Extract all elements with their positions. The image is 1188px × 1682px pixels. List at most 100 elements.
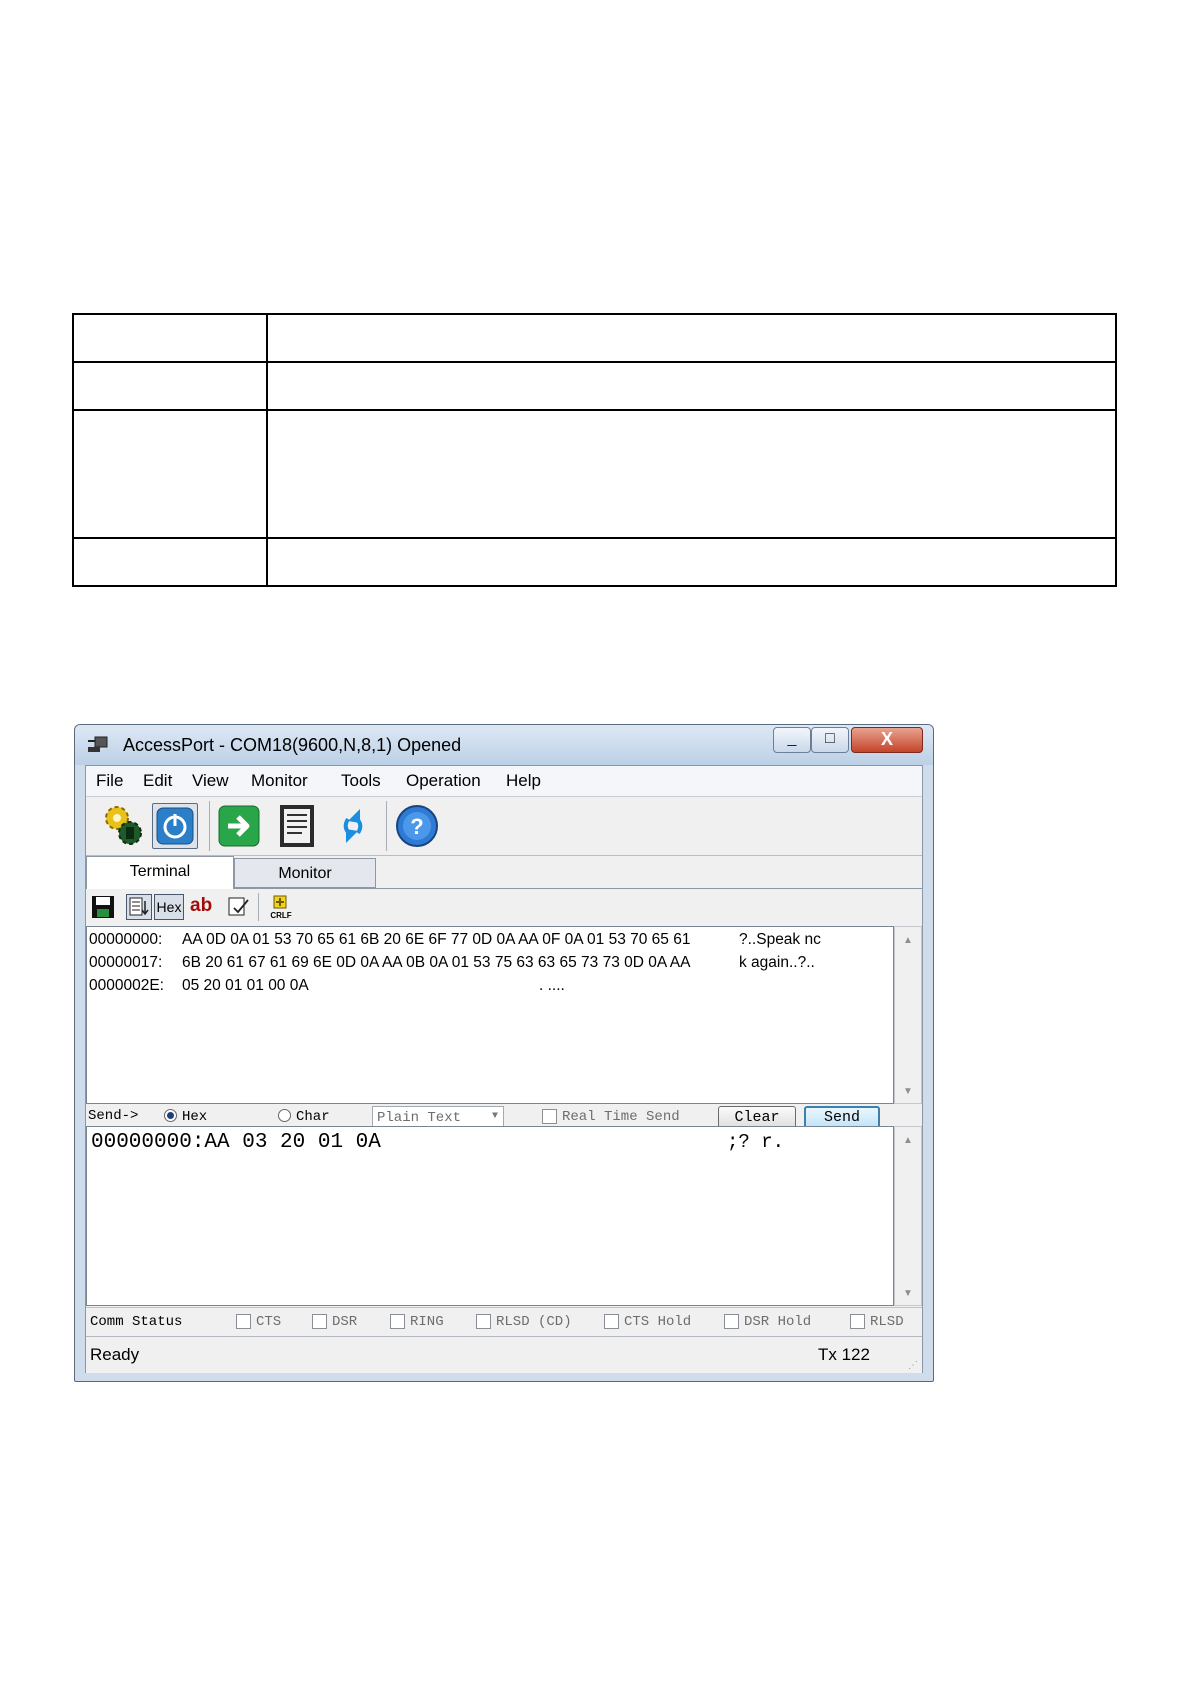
help-icon: ? [396,805,438,847]
table-cell [72,361,268,411]
accessport-window: AccessPort - COM18(9600,N,8,1) Opened _ … [74,724,934,1382]
ascii-view-button[interactable]: ab [190,894,220,920]
send-label: Send-> [88,1108,139,1124]
table-cell [72,537,268,587]
terminal-toolbar: Hex ab CRLF [86,888,922,925]
resize-grip-icon[interactable]: ⋰ [908,1360,918,1371]
dsr-label: DSR [332,1314,358,1330]
realtime-send-checkbox[interactable] [542,1109,557,1124]
menu-operation[interactable]: Operation [406,771,481,791]
crlf-label: CRLF [270,911,291,920]
document-button[interactable] [274,803,320,849]
toolbar-separator [258,893,259,921]
floppy-disk-icon [92,896,114,918]
send-bar: Send-> Hex Char Plain Text ▼ Real Time S… [86,1104,922,1130]
receive-hex: 6B 20 61 67 61 69 6E 0D 0A AA 0B 0A 01 5… [182,954,691,971]
toolbar-separator [386,801,387,851]
scroll-up-icon[interactable]: ▲ [895,935,921,946]
menu-file[interactable]: File [96,771,123,791]
status-text: Ready [90,1345,140,1364]
scroll-up-icon[interactable]: ▲ [895,1135,921,1146]
send-scrollbar[interactable]: ▲ ▼ [894,1126,922,1306]
list-scroll-icon [129,897,149,916]
power-button[interactable] [152,803,198,849]
menu-bar: File Edit View Monitor Tools Operation H… [86,766,922,797]
settings-button[interactable] [100,803,146,849]
rlsd-cd-indicator [476,1314,491,1329]
table-cell [266,409,1117,539]
dsr-hold-label: DSR Hold [744,1314,812,1330]
menu-help[interactable]: Help [506,771,541,791]
receive-ascii: ?..Speak nc [739,931,821,948]
receive-pane[interactable]: 00000000: AA 0D 0A 01 53 70 65 61 6B 20 … [86,926,894,1104]
receive-ascii: . .... [539,977,565,994]
hex-view-button[interactable]: Hex [154,894,184,920]
tab-terminal[interactable]: Terminal [86,856,234,889]
tab-monitor[interactable]: Monitor [234,858,376,888]
document-table [72,313,1117,587]
power-icon [156,807,194,845]
ring-indicator [390,1314,405,1329]
receive-address: 00000017: [89,954,163,971]
table-cell [72,313,268,363]
table-cell [266,313,1117,363]
char-radio[interactable] [278,1109,291,1122]
table-cell [266,537,1117,587]
receive-ascii: k again..?.. [739,954,815,971]
receive-address: 0000002E: [89,977,164,994]
refresh-button[interactable] [330,803,376,849]
menu-tools[interactable]: Tools [341,771,381,791]
hex-radio-label: Hex [182,1109,208,1125]
client-area: File Edit View Monitor Tools Operation H… [85,765,923,1373]
send-input-text: 00000000:AA 03 20 01 0A [91,1131,381,1154]
minimize-icon: _ [787,730,797,747]
dsr-hold-indicator [724,1314,739,1329]
hex-radio[interactable] [164,1109,177,1122]
document-icon [280,805,314,847]
main-toolbar: ? [86,797,922,856]
tab-strip: Terminal Monitor [86,856,922,889]
refresh-arrows-icon [343,809,363,843]
scroll-down-icon[interactable]: ▼ [895,1086,921,1097]
scroll-down-icon[interactable]: ▼ [895,1288,921,1299]
minimize-button[interactable]: _ [773,727,811,753]
crlf-button[interactable]: CRLF [266,894,296,920]
title-bar[interactable]: AccessPort - COM18(9600,N,8,1) Opened _ … [75,725,933,765]
table-cell [266,361,1117,411]
go-button[interactable] [216,803,262,849]
auto-scroll-button[interactable] [126,894,152,920]
toolbar-separator [209,801,210,851]
app-icon [88,736,108,752]
receive-scrollbar[interactable]: ▲ ▼ [894,926,922,1104]
tx-count: Tx 122 [818,1345,870,1364]
save-button[interactable] [90,894,116,920]
settings-gears-icon [105,806,142,845]
ring-label: RING [410,1314,444,1330]
table-cell [72,409,268,539]
cts-label: CTS [256,1314,282,1330]
window-title: AccessPort - COM18(9600,N,8,1) Opened [123,735,462,755]
receive-address: 00000000: [89,931,163,948]
help-button[interactable]: ? [394,803,440,849]
edit-check-icon [228,897,249,916]
menu-view[interactable]: View [192,771,229,791]
maximize-button[interactable]: □ [811,727,849,753]
comm-status-label: Comm Status [90,1314,183,1330]
menu-edit[interactable]: Edit [143,771,172,791]
maximize-icon: □ [825,730,835,747]
edit-button[interactable] [226,894,252,920]
chevron-down-icon: ▼ [491,1111,498,1122]
cts-hold-label: CTS Hold [624,1314,692,1330]
cts-hold-indicator [604,1314,619,1329]
dsr-indicator [312,1314,327,1329]
rlsd-cd-label: RLSD (CD) [496,1314,572,1330]
crlf-icon: CRLF [270,895,292,920]
rlsd-indicator [850,1314,865,1329]
format-select-value: Plain Text [377,1110,462,1126]
close-button[interactable]: X [851,727,923,753]
menu-monitor[interactable]: Monitor [251,771,308,791]
send-input-pane[interactable]: 00000000:AA 03 20 01 0A ;? r. [86,1126,894,1306]
send-ascii: ;? r. [727,1131,785,1153]
receive-hex: 05 20 01 01 00 0A [182,977,309,994]
realtime-send-label: Real Time Send [562,1109,680,1125]
